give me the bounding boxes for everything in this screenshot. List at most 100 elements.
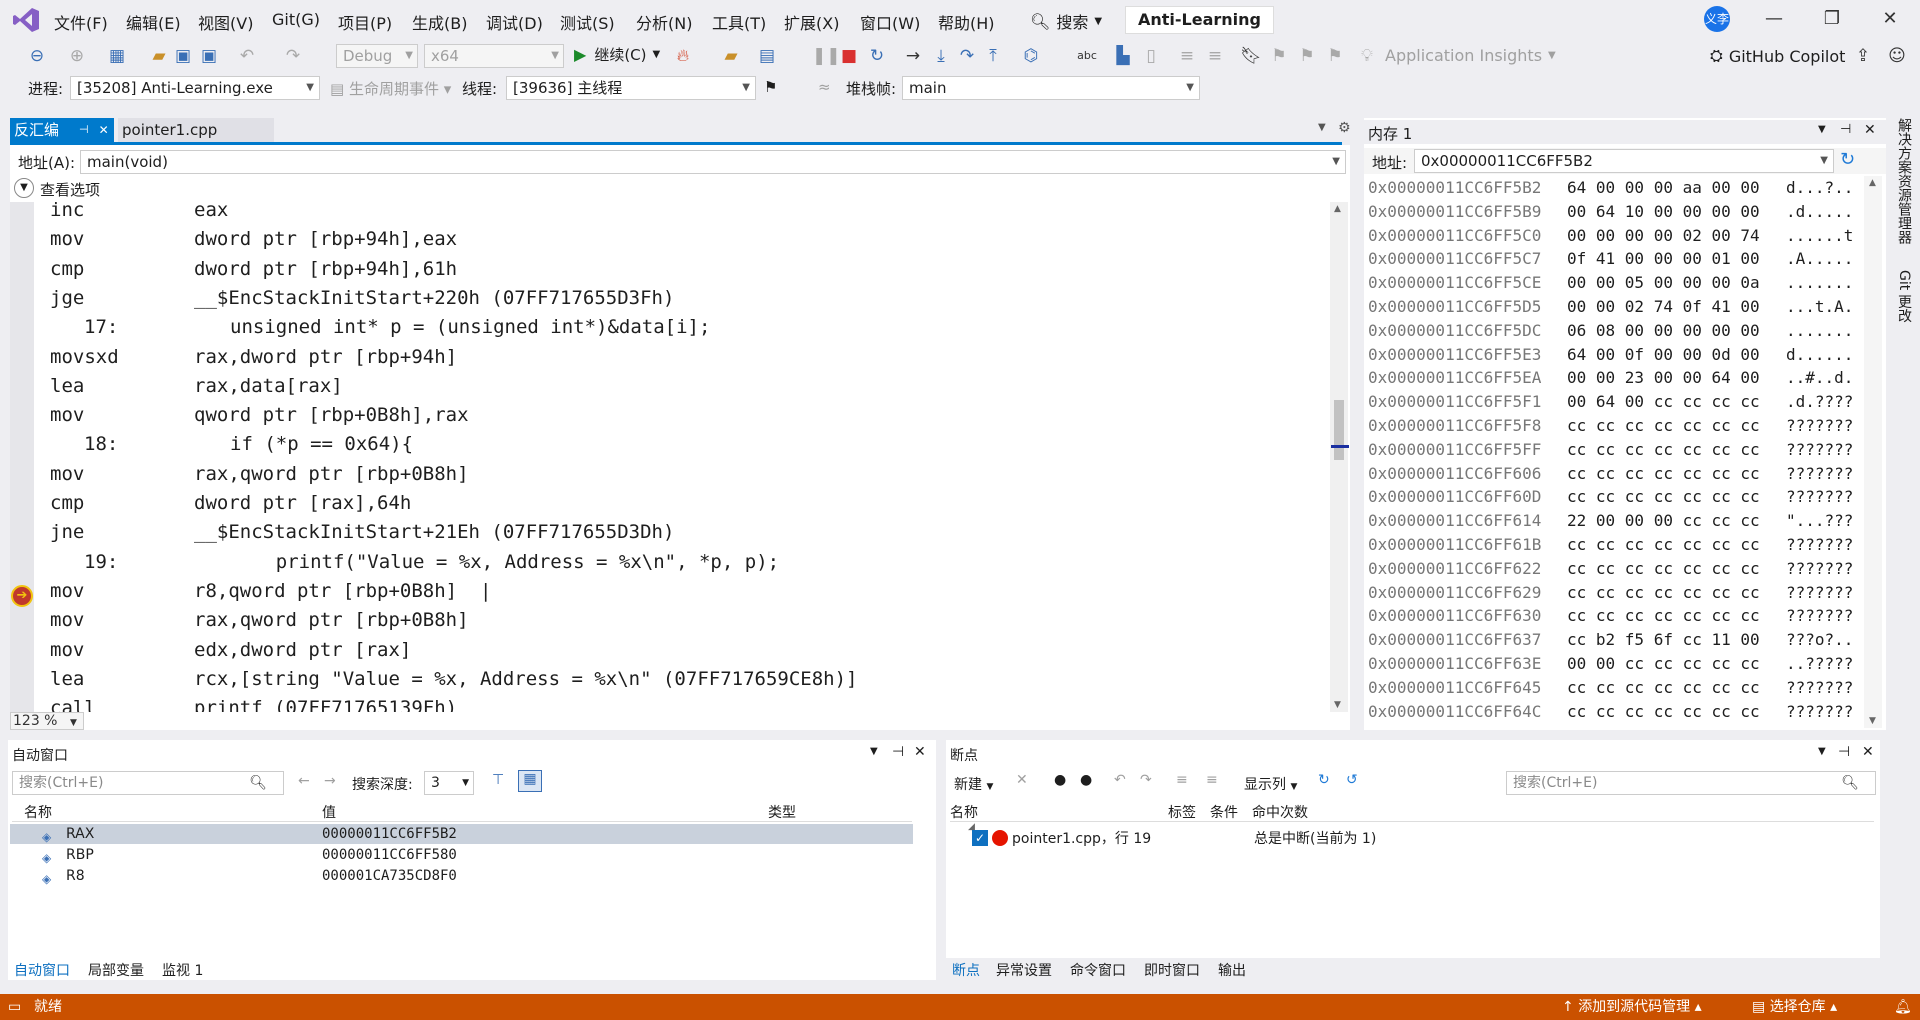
undo-icon[interactable]: ↶ <box>236 45 258 67</box>
visual-studio-logo-icon[interactable] <box>12 7 40 33</box>
asm-line[interactable]: inc eax <box>10 202 1320 225</box>
comment-icon[interactable]: ▙ <box>1112 45 1134 67</box>
tab-breakpoints[interactable]: 断点 <box>952 960 980 980</box>
hot-reload-icon[interactable]: 🔥︎ <box>672 45 694 67</box>
avatar[interactable]: 义李 <box>1704 6 1730 32</box>
chevron-down-icon[interactable]: ▼ <box>870 746 878 757</box>
show-columns-button[interactable]: 显示列 ▼ <box>1244 774 1297 794</box>
asm-line[interactable]: call printf (07FF71765139Fh) <box>10 694 1320 712</box>
flag-thread-icon[interactable]: ⚑ <box>764 78 777 96</box>
step-over-icon[interactable]: ↷ <box>956 45 978 67</box>
process-select[interactable]: [35208] Anti-Learning.exe ▼ <box>70 76 320 100</box>
side-tab-solution-explorer[interactable]: 解决方案资源管理器 <box>1894 118 1914 244</box>
memory-row[interactable]: 0x00000011CC6FF5DC 06 08 00 00 00 00 00..… <box>1364 319 1864 343</box>
menu-item[interactable]: 调试(D) <box>486 10 543 34</box>
memory-row[interactable]: 0x00000011CC6FF629 cc cc cc cc cc cc cc??… <box>1364 581 1864 605</box>
memory-row[interactable]: 0x00000011CC6FF5B2 64 00 00 00 aa 00 00 d.… <box>1364 176 1864 200</box>
memory-row[interactable]: 0x00000011CC6FF63E 00 00 cc cc cc cc cc..… <box>1364 652 1864 676</box>
threads-icon[interactable]: ≈ <box>818 78 831 96</box>
go-to-disassembly-icon[interactable]: ↺ <box>1346 772 1358 788</box>
delete-all-icon[interactable]: ● <box>1054 772 1066 788</box>
breakpoint-row[interactable]: ◢ ✓ pointer1.cpp，行 19 总是中断(当前为 1) <box>950 822 1874 848</box>
share-icon[interactable]: ⇪ <box>1852 45 1874 67</box>
pin-icon[interactable]: ⊣ <box>1838 744 1850 760</box>
pause-icon[interactable]: ❚❚ <box>812 45 841 67</box>
memory-row[interactable]: 0x00000011CC6FF606 cc cc cc cc cc cc cc??… <box>1364 462 1864 486</box>
scroll-down-icon[interactable]: ▼ <box>1869 716 1876 726</box>
search-forward-icon[interactable]: → <box>324 773 336 789</box>
back-icon[interactable]: ⊖ <box>26 45 48 67</box>
autos-row[interactable]: ◈ RAX 00000011CC6FF5B2 <box>10 824 913 844</box>
next-bookmark-icon[interactable]: ⚑ <box>1296 45 1318 67</box>
prev-bookmark-icon[interactable]: ⚑ <box>1268 45 1290 67</box>
side-tab-git-changes[interactable]: Git 更改 <box>1894 270 1914 323</box>
memory-row[interactable]: 0x00000011CC6FF630 cc cc cc cc cc cc cc??… <box>1364 604 1864 628</box>
layout-icon[interactable]: ▤ <box>756 45 778 67</box>
restore-icon[interactable]: ❐ <box>1822 8 1842 30</box>
chevron-down-icon[interactable]: ▼ <box>1818 124 1826 135</box>
memory-row[interactable]: 0x00000011CC6FF645 cc cc cc cc cc cc cc??… <box>1364 676 1864 700</box>
chevron-down-icon[interactable]: ▼ <box>1818 746 1826 757</box>
memory-row[interactable]: 0x00000011CC6FF5CE 00 00 05 00 00 00 0a..… <box>1364 271 1864 295</box>
uncomment-icon[interactable]: ▯ <box>1140 45 1162 67</box>
disassembly-code[interactable]: inc eax mov dword ptr [rbp+94h],eax cmp dword… <box>10 202 1330 712</box>
save-icon[interactable]: ▣ <box>172 45 194 67</box>
memory-row[interactable]: 0x00000011CC6FF5FF cc cc cc cc cc cc cc??… <box>1364 438 1864 462</box>
continue-button[interactable]: ▶ 继续(C) ▼ <box>574 44 660 65</box>
menu-item[interactable]: 分析(N) <box>636 10 692 34</box>
tab-pointer1-cpp[interactable]: pointer1.cpp <box>118 118 274 142</box>
memory-row[interactable]: 0x00000011CC6FF61B cc cc cc cc cc cc cc??… <box>1364 533 1864 557</box>
menu-item[interactable]: 编辑(E) <box>126 10 181 34</box>
pin-icon[interactable]: ⊣ <box>79 118 89 142</box>
memory-row[interactable]: 0x00000011CC6FF5C0 00 00 00 00 02 00 74..… <box>1364 224 1864 248</box>
asm-line[interactable]: cmp dword ptr [rax],64h <box>10 489 1320 518</box>
asm-line[interactable]: mov rax,qword ptr [rbp+0B8h] <box>10 460 1320 489</box>
menu-item[interactable]: 扩展(X) <box>784 10 839 34</box>
menu-item[interactable]: 生成(B) <box>412 10 467 34</box>
hex-display-icon[interactable]: ▦ <box>518 770 542 792</box>
delete-icon[interactable]: ✕ <box>1016 772 1028 788</box>
minimize-icon[interactable]: — <box>1764 8 1784 30</box>
autos-search-input[interactable]: 搜索(Ctrl+E) 🔍︎ <box>12 771 284 795</box>
memory-address-input[interactable]: 0x00000011CC6FF5B2 ▼ <box>1414 149 1834 173</box>
redo-icon[interactable]: ↷ <box>1140 772 1152 788</box>
source-line[interactable]: 17: unsigned int* p = (unsigned int*)&dat… <box>10 313 1320 342</box>
memory-row[interactable]: 0x00000011CC6FF5F1 00 64 00 cc cc cc cc .d… <box>1364 390 1864 414</box>
menu-item[interactable]: 窗口(W) <box>860 10 920 34</box>
memory-row[interactable]: 0x00000011CC6FF5D5 00 00 02 74 0f 41 00..… <box>1364 295 1864 319</box>
memory-row[interactable]: 0x00000011CC6FF5F8 cc cc cc cc cc cc cc??… <box>1364 414 1864 438</box>
breakpoints-search-input[interactable]: 搜索(Ctrl+E) 🔍︎ <box>1506 771 1876 795</box>
memory-row[interactable]: 0x00000011CC6FF637 cc b2 f5 6f cc 11 00??… <box>1364 628 1864 652</box>
new-project-icon[interactable]: ▦ <box>106 45 128 67</box>
asm-line[interactable]: lea rcx,[string "Value = %x, Address = %x… <box>10 665 1320 694</box>
asm-line[interactable]: mov r8,qword ptr [rbp+0B8h] | <box>10 577 1320 606</box>
toggle-all-icon[interactable]: ● <box>1080 772 1092 788</box>
current-statement-arrow-icon[interactable]: ➔ <box>11 585 33 607</box>
go-to-source-icon[interactable]: ↻ <box>1318 772 1330 788</box>
step-into-icon[interactable]: ⤓ <box>930 45 952 67</box>
asm-line[interactable]: lea rax,data[rax] <box>10 372 1320 401</box>
forward-icon[interactable]: ⊕ <box>66 45 88 67</box>
tab-output[interactable]: 输出 <box>1218 960 1246 980</box>
spellcheck-icon[interactable]: abc <box>1076 45 1098 67</box>
indent-icon[interactable]: ≡ <box>1204 45 1226 67</box>
github-copilot-button[interactable]: ⛭ GitHub Copilot <box>1710 46 1845 66</box>
close-icon[interactable]: ✕ <box>1880 8 1900 30</box>
asm-line[interactable]: mov rax,qword ptr [rbp+0B8h] <box>10 606 1320 635</box>
thread-select[interactable]: [39636] 主线程 ▼ <box>506 76 756 100</box>
asm-line[interactable]: mov dword ptr [rbp+94h],eax <box>10 225 1320 254</box>
diagnostics-icon[interactable]: ⌬ <box>1020 45 1042 67</box>
memory-row[interactable]: 0x00000011CC6FF5E3 64 00 0f 00 00 0d 00 d.… <box>1364 343 1864 367</box>
lightbulb-icon[interactable]: 💡︎ <box>1356 45 1378 67</box>
stackframe-select[interactable]: main ▼ <box>902 76 1200 100</box>
save-all-icon[interactable]: ▣ <box>198 45 220 67</box>
asm-line[interactable]: jge __$EncStackInitStart+220h (07FF717655… <box>10 284 1320 313</box>
tab-watch-1[interactable]: 监视 1 <box>162 960 203 980</box>
tab-locals[interactable]: 局部变量 <box>88 960 144 980</box>
memory-row[interactable]: 0x00000011CC6FF64C cc cc cc cc cc cc cc??… <box>1364 700 1864 724</box>
memory-scrollbar[interactable]: ▲ ▼ <box>1864 176 1882 728</box>
notifications-icon[interactable]: 🔔︎ <box>1894 994 1912 1020</box>
menu-item[interactable]: 测试(S) <box>560 10 615 34</box>
close-icon[interactable]: ✕ <box>1862 744 1874 760</box>
tab-list-dropdown-icon[interactable]: ▼ <box>1318 122 1326 133</box>
